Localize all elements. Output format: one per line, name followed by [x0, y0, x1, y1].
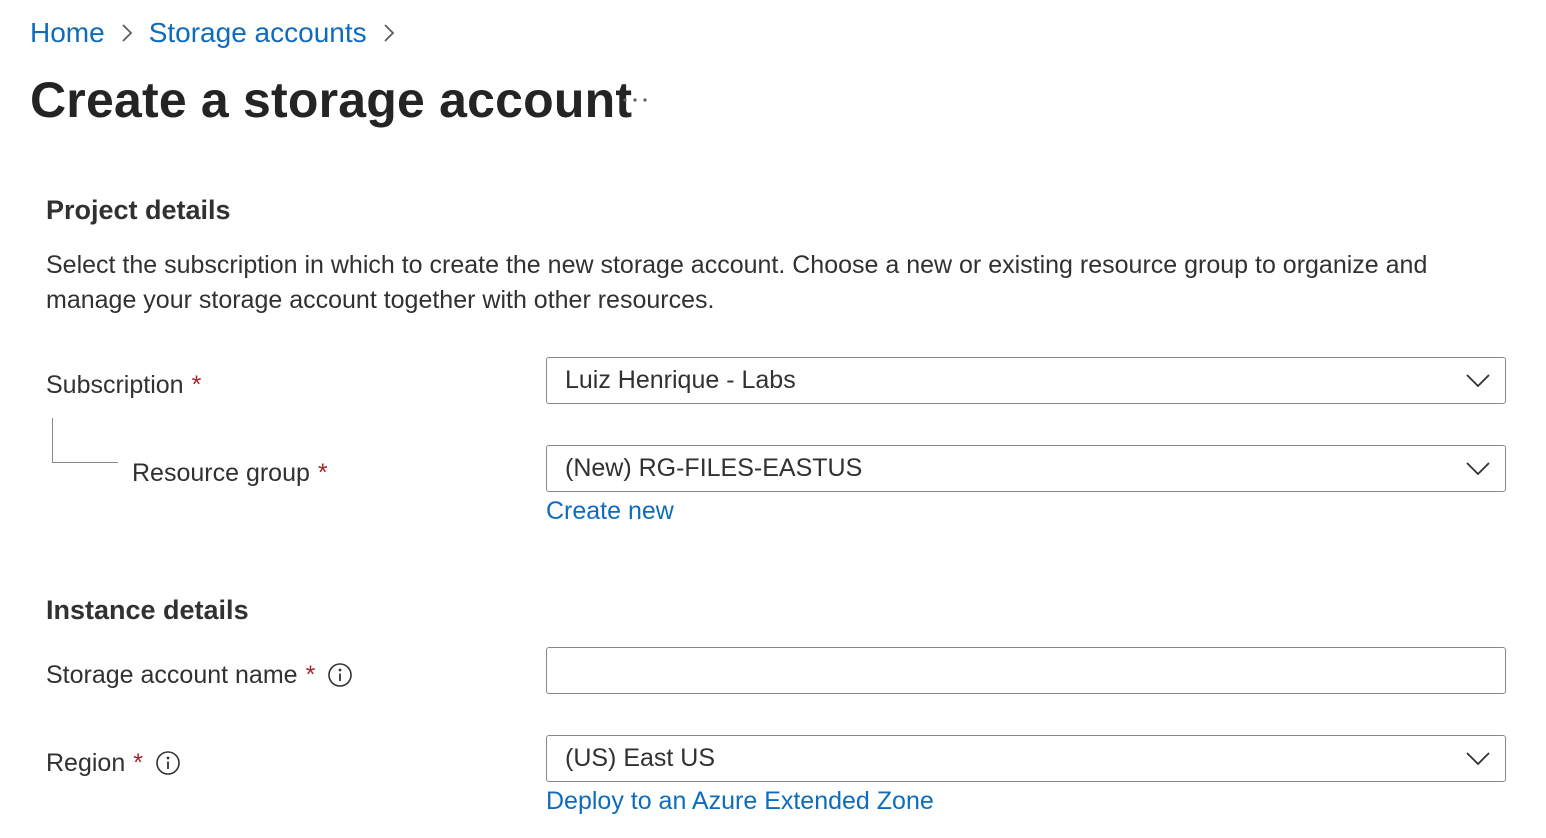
region-dropdown[interactable]: (US) East US	[546, 735, 1506, 782]
resource-group-value: (New) RG-FILES-EASTUS	[565, 454, 863, 482]
create-storage-account-page: Home Storage accounts Create a storage a…	[0, 0, 1546, 838]
subscription-label: Subscription *	[46, 368, 201, 402]
required-marker: *	[191, 371, 202, 399]
required-marker: *	[305, 661, 316, 689]
breadcrumb-storage-accounts-link[interactable]: Storage accounts	[149, 14, 367, 52]
region-label-text: Region	[46, 749, 126, 777]
create-new-resource-group-link[interactable]: Create new	[546, 494, 674, 528]
chevron-down-icon	[1466, 462, 1490, 476]
breadcrumb: Home Storage accounts	[30, 14, 411, 52]
info-icon[interactable]	[327, 662, 353, 688]
resource-group-label: Resource group *	[132, 456, 328, 490]
storage-account-name-input-wrapper	[546, 647, 1506, 694]
more-options-button[interactable]	[616, 84, 656, 116]
subscription-value: Luiz Henrique - Labs	[565, 366, 796, 394]
deploy-extended-zone-link[interactable]: Deploy to an Azure Extended Zone	[546, 784, 934, 818]
chevron-down-icon	[1466, 374, 1490, 388]
chevron-down-icon	[1466, 752, 1490, 766]
storage-account-name-label: Storage account name *	[46, 658, 353, 692]
project-details-heading: Project details	[46, 195, 231, 225]
instance-details-heading: Instance details	[46, 595, 249, 625]
info-icon[interactable]	[155, 750, 181, 776]
storage-account-name-label-text: Storage account name	[46, 661, 298, 689]
more-icon	[623, 98, 647, 102]
subscription-dropdown[interactable]: Luiz Henrique - Labs	[546, 357, 1506, 404]
region-value: (US) East US	[565, 744, 716, 772]
storage-account-name-input[interactable]	[547, 648, 1505, 693]
required-marker: *	[133, 749, 143, 777]
subscription-label-text: Subscription	[46, 371, 184, 399]
chevron-right-icon	[105, 14, 149, 52]
project-details-description: Select the subscription in which to crea…	[46, 251, 1428, 314]
hierarchy-connector	[52, 418, 118, 463]
page-title: Create a storage account	[30, 72, 633, 128]
resource-group-dropdown[interactable]: (New) RG-FILES-EASTUS	[546, 445, 1506, 492]
region-label: Region *	[46, 746, 181, 780]
breadcrumb-home-link[interactable]: Home	[30, 14, 105, 52]
resource-group-label-text: Resource group	[132, 459, 310, 487]
chevron-right-icon	[367, 14, 411, 52]
required-marker: *	[317, 459, 328, 487]
